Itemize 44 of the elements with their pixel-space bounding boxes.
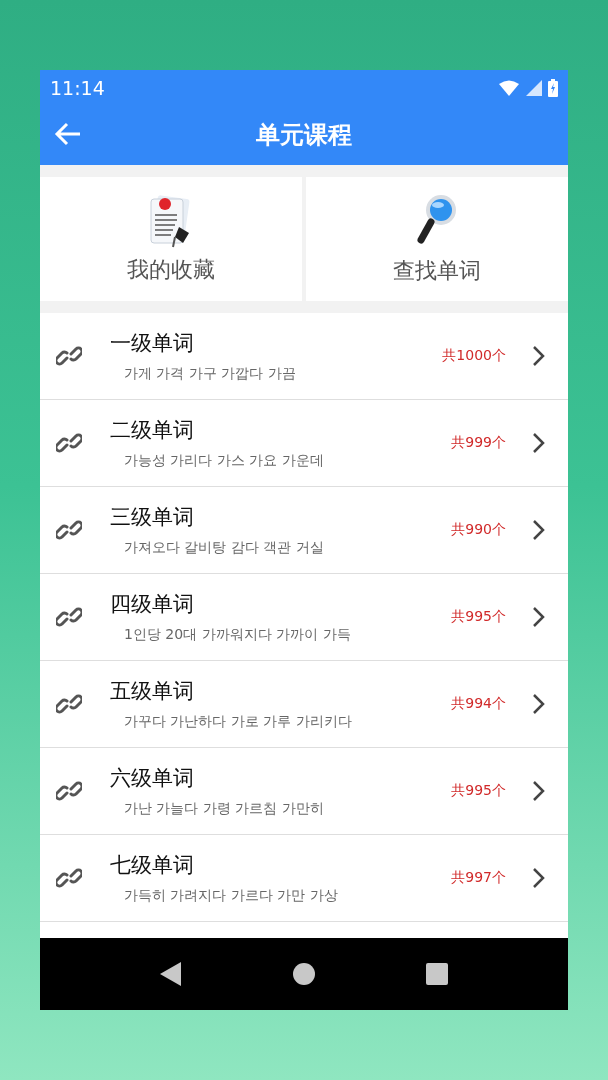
signal-icon: [526, 79, 542, 96]
word-count: 共995个: [451, 782, 506, 800]
word-count: 共997个: [451, 869, 506, 887]
link-icon: [56, 865, 82, 891]
level-title: 七级单词: [110, 852, 195, 879]
link-icon: [56, 778, 82, 804]
word-preview: 1인당 20대 가까워지다 가까이 가득: [124, 626, 352, 644]
level-title: 五级单词: [110, 678, 195, 705]
status-time: 11:14: [50, 76, 106, 99]
word-preview: 가득히 가려지다 가르다 가만 가상: [124, 887, 339, 905]
word-count: 共995个: [451, 608, 506, 626]
level-title: 六级单词: [110, 765, 195, 792]
chevron-right-icon: [532, 693, 546, 715]
word-count: 共994个: [451, 695, 506, 713]
battery-icon: [548, 78, 558, 97]
nav-back-button[interactable]: [160, 962, 182, 986]
word-count: 共999个: [451, 434, 506, 452]
link-icon: [56, 604, 82, 630]
word-count: 共990个: [451, 521, 506, 539]
wifi-icon: [498, 79, 520, 96]
nav-home-button[interactable]: [293, 963, 315, 985]
word-preview: 가게 가격 가구 가깝다 가끔: [124, 365, 297, 383]
chevron-right-icon: [532, 345, 546, 367]
link-icon: [56, 691, 82, 717]
word-preview: 가능성 가리다 가스 가요 가운데: [124, 452, 325, 470]
word-preview: 가난 가늘다 가령 가르침 가만히: [124, 800, 325, 818]
link-icon: [56, 517, 82, 543]
level-title: 二级单词: [110, 417, 195, 444]
level-title: 三级单词: [110, 504, 195, 531]
word-preview: 가져오다 갈비탕 감다 객관 거실: [124, 539, 325, 557]
level-title: 四级单词: [110, 591, 195, 618]
chevron-right-icon: [532, 780, 546, 802]
link-icon: [56, 430, 82, 456]
shortcut-tile[interactable]: 查找单词: [306, 177, 568, 301]
chevron-right-icon: [532, 867, 546, 889]
chevron-right-icon: [532, 432, 546, 454]
word-preview: 가꾸다 가난하다 가로 가루 가리키다: [124, 713, 353, 731]
screen-title: 单元课程: [256, 120, 352, 151]
link-icon: [56, 343, 82, 369]
shortcut-tile[interactable]: 我的收藏: [40, 177, 302, 301]
chevron-right-icon: [532, 519, 546, 541]
word-count: 共1000个: [442, 347, 506, 365]
level-title: 一级单词: [110, 330, 195, 357]
chevron-right-icon: [532, 606, 546, 628]
